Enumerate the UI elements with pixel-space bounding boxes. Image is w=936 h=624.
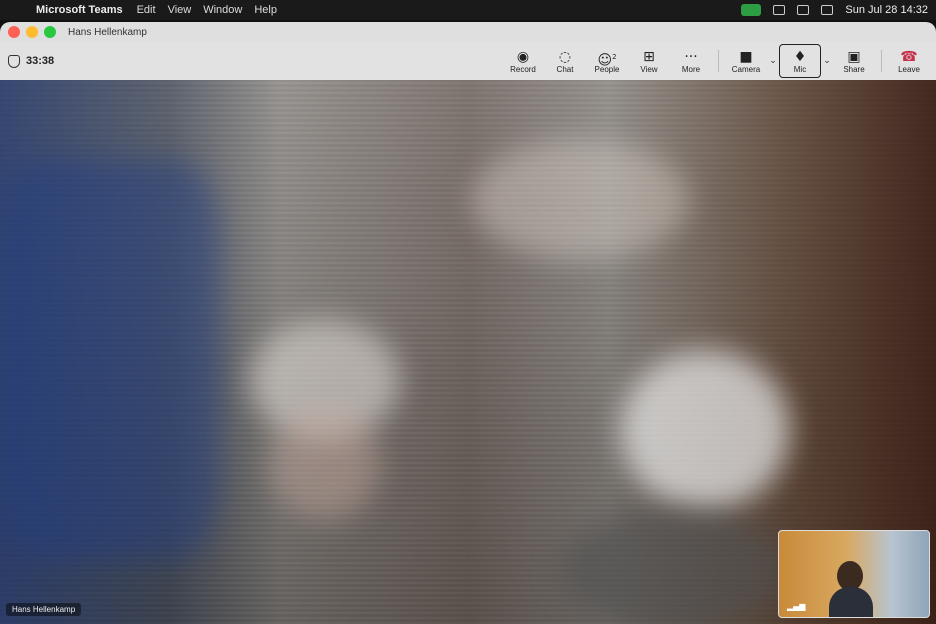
camera-button[interactable]: ■ Camera bbox=[725, 44, 767, 78]
window-close-button[interactable] bbox=[8, 26, 20, 38]
toolbar-divider-2 bbox=[881, 50, 882, 72]
people-button[interactable]: ☺2 People bbox=[586, 44, 628, 78]
share-button[interactable]: ▣ Share bbox=[833, 44, 875, 78]
ellipsis-icon: ··· bbox=[684, 48, 698, 65]
view-label: View bbox=[640, 64, 658, 74]
self-view-video[interactable]: ▂▄▆ bbox=[778, 530, 930, 618]
meeting-timer-text: 33:38 bbox=[26, 55, 55, 67]
camera-options-chevron-down-icon[interactable]: ⌄ bbox=[767, 56, 779, 66]
record-button[interactable]: ◉ Record bbox=[502, 44, 544, 78]
video-recording-indicator-icon[interactable] bbox=[741, 4, 762, 16]
menu-edit[interactable]: Edit bbox=[137, 4, 156, 16]
chat-icon: ◌ bbox=[558, 48, 572, 65]
macos-menu-bar: Microsoft Teams Edit View Window Help Su… bbox=[0, 0, 936, 20]
meeting-timer: 33:38 bbox=[8, 54, 55, 68]
mic-button[interactable]: ♦ Mic bbox=[779, 44, 821, 78]
mic-label: Mic bbox=[793, 64, 807, 74]
participant-name-tag: Hans Hellenkamp bbox=[6, 603, 82, 616]
more-label: More bbox=[681, 64, 701, 74]
shield-icon bbox=[8, 54, 20, 68]
participant-silhouette bbox=[560, 510, 790, 624]
people-label: People bbox=[594, 64, 620, 74]
share-label: Share bbox=[843, 64, 865, 74]
apple-icon[interactable] bbox=[8, 3, 22, 17]
camera-icon: ■ bbox=[739, 48, 753, 65]
video-blur-region bbox=[470, 140, 690, 260]
meeting-controls: ◉ Record ◌ Chat ☺2 People ⊞ View ··· Mor… bbox=[502, 42, 930, 80]
video-blur-region bbox=[0, 160, 220, 560]
leave-label: Leave bbox=[898, 64, 920, 74]
meeting-toolbar: 33:38 ◉ Record ◌ Chat ☺2 People ⊞ View ·… bbox=[0, 42, 936, 80]
control-center-icon[interactable] bbox=[821, 5, 834, 15]
teams-meeting-window: Hans Hellenkamp 33:38 ◉ Record ◌ Chat ☺2… bbox=[0, 22, 936, 624]
view-button[interactable]: ⊞ View bbox=[628, 44, 670, 78]
menu-help[interactable]: Help bbox=[254, 4, 277, 16]
menu-window[interactable]: Window bbox=[203, 4, 242, 16]
chat-button[interactable]: ◌ Chat bbox=[544, 44, 586, 78]
leave-button[interactable]: ☎ Leave bbox=[888, 44, 930, 78]
main-video-stage[interactable]: Hans Hellenkamp ▂▄▆ bbox=[0, 80, 936, 624]
people-count: 2 bbox=[612, 52, 617, 61]
people-icon: ☺2 bbox=[597, 52, 617, 69]
more-button[interactable]: ··· More bbox=[670, 44, 712, 78]
camera-label: Camera bbox=[731, 64, 761, 74]
signal-strength-icon: ▂▄▆ bbox=[787, 602, 806, 611]
window-maximize-button[interactable] bbox=[44, 26, 56, 38]
window-minimize-button[interactable] bbox=[26, 26, 38, 38]
battery-icon[interactable] bbox=[797, 5, 810, 15]
menu-app-name[interactable]: Microsoft Teams bbox=[36, 4, 123, 16]
record-icon: ◉ bbox=[516, 48, 530, 65]
self-view-person bbox=[829, 561, 873, 617]
menu-view[interactable]: View bbox=[168, 4, 192, 16]
share-icon: ▣ bbox=[847, 48, 861, 65]
participant-silhouette bbox=[620, 350, 790, 510]
window-title: Hans Hellenkamp bbox=[68, 26, 147, 38]
mic-icon: ♦ bbox=[793, 48, 807, 65]
phone-hangup-icon: ☎ bbox=[900, 48, 918, 65]
grid-icon: ⊞ bbox=[643, 48, 655, 65]
self-view-shoulders bbox=[829, 587, 873, 617]
chat-label: Chat bbox=[556, 64, 574, 74]
mic-options-chevron-down-icon[interactable]: ⌄ bbox=[821, 56, 833, 66]
record-label: Record bbox=[510, 64, 536, 74]
window-titlebar: Hans Hellenkamp bbox=[0, 22, 936, 42]
wifi-icon[interactable] bbox=[773, 5, 786, 15]
participant-silhouette bbox=[270, 410, 380, 520]
toolbar-divider bbox=[718, 50, 719, 72]
menubar-clock[interactable]: Sun Jul 28 14:32 bbox=[845, 4, 928, 16]
